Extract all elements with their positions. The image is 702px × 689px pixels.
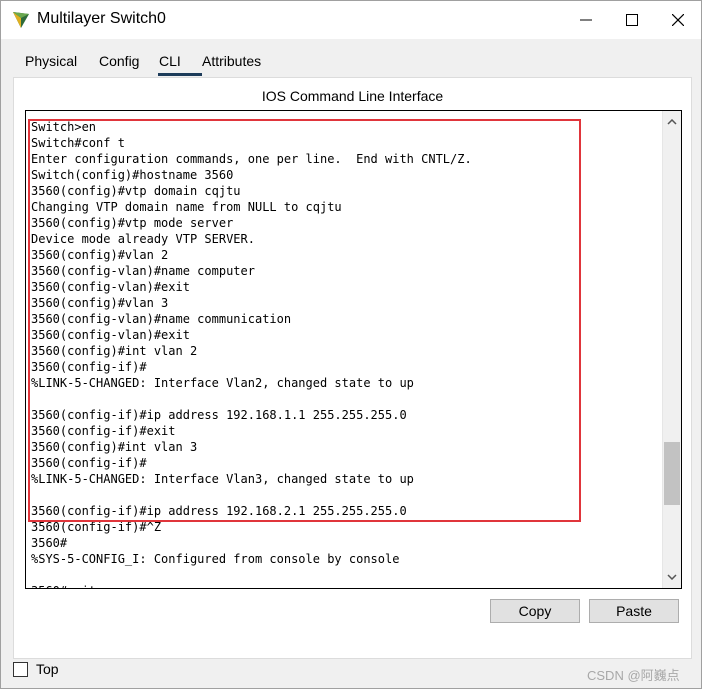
- terminal-line: 3560(config)#int vlan 3: [31, 440, 198, 454]
- close-button[interactable]: [655, 1, 701, 39]
- terminal-line: 3560(config)#vlan 3: [31, 296, 169, 310]
- terminal-line: 3560(config-vlan)#name communication: [31, 312, 292, 326]
- paste-button[interactable]: Paste: [589, 599, 679, 623]
- maximize-button[interactable]: [609, 1, 655, 39]
- minimize-icon: [580, 19, 592, 21]
- packet-tracer-icon: [13, 12, 29, 28]
- cli-panel: IOS Command Line Interface Switch>en Swit…: [13, 77, 692, 659]
- terminal-line: Switch>en: [31, 120, 97, 134]
- scroll-thumb[interactable]: [664, 442, 680, 505]
- title-bar: Multilayer Switch0: [1, 1, 701, 39]
- terminal-line: 3560(config-if)#^Z: [31, 520, 162, 534]
- copy-button[interactable]: Copy: [490, 599, 580, 623]
- terminal-line: 3560(config-vlan)#exit: [31, 280, 190, 294]
- application-window: Multilayer Switch0 Physical Config CLI A…: [0, 0, 702, 689]
- terminal-line: 3560(config)#int vlan 2: [31, 344, 198, 358]
- cli-terminal[interactable]: Switch>en Switch#conf t Enter configuratio…: [25, 110, 682, 589]
- terminal-line: 3560(config-if)#: [31, 456, 147, 470]
- tab-config[interactable]: Config: [95, 51, 143, 71]
- terminal-line: 3560#exit: [31, 583, 472, 588]
- top-checkbox[interactable]: [13, 661, 28, 677]
- terminal-line: Device mode already VTP SERVER.: [31, 232, 255, 246]
- terminal-line: Enter configuration commands, one per li…: [31, 152, 472, 166]
- terminal-line: 3560(config-vlan)#exit: [31, 328, 190, 342]
- terminal-line: Switch#conf t: [31, 136, 125, 150]
- window-title: Multilayer Switch0: [37, 10, 166, 27]
- vertical-scrollbar[interactable]: [662, 111, 681, 588]
- terminal-line: %SYS-5-CONFIG_I: Configured from console…: [31, 552, 400, 566]
- close-icon: [672, 14, 684, 26]
- active-tab-indicator: [158, 73, 202, 76]
- terminal-line: 3560(config-vlan)#name computer: [31, 264, 255, 278]
- terminal-line: 3560(config)#vtp mode server: [31, 216, 234, 230]
- minimize-button[interactable]: [563, 1, 609, 39]
- terminal-line: 3560#: [31, 536, 68, 550]
- chevron-up-icon: [667, 119, 677, 125]
- top-label: Top: [36, 661, 59, 677]
- chevron-down-icon: [667, 574, 677, 580]
- terminal-line: 3560(config-if)#exit: [31, 424, 176, 438]
- terminal-line: %LINK-5-CHANGED: Interface Vlan3, change…: [31, 472, 414, 486]
- tab-physical[interactable]: Physical: [21, 51, 81, 71]
- watermark: CSDN @阿巍点: [587, 668, 680, 683]
- maximize-icon: [626, 14, 638, 26]
- terminal-output: Switch>en Switch#conf t Enter configuratio…: [31, 119, 472, 588]
- terminal-line: 3560(config-if)#: [31, 360, 147, 374]
- terminal-line: 3560(config-if)#ip address 192.168.2.1 2…: [31, 504, 407, 518]
- terminal-line: Changing VTP domain name from NULL to cq…: [31, 200, 342, 214]
- scroll-up-button[interactable]: [663, 113, 681, 131]
- panel-title: IOS Command Line Interface: [261, 88, 444, 104]
- tab-attributes[interactable]: Attributes: [198, 51, 265, 71]
- tab-cli[interactable]: CLI: [155, 51, 185, 71]
- terminal-line: 3560(config)#vlan 2: [31, 248, 169, 262]
- terminal-line: %LINK-5-CHANGED: Interface Vlan2, change…: [31, 376, 414, 390]
- terminal-line: 3560(config)#vtp domain cqjtu: [31, 184, 241, 198]
- terminal-line: 3560(config-if)#ip address 192.168.1.1 2…: [31, 408, 407, 422]
- terminal-line: Switch(config)#hostname 3560: [31, 168, 234, 182]
- scroll-down-button[interactable]: [663, 568, 681, 586]
- top-option: Top: [13, 661, 59, 677]
